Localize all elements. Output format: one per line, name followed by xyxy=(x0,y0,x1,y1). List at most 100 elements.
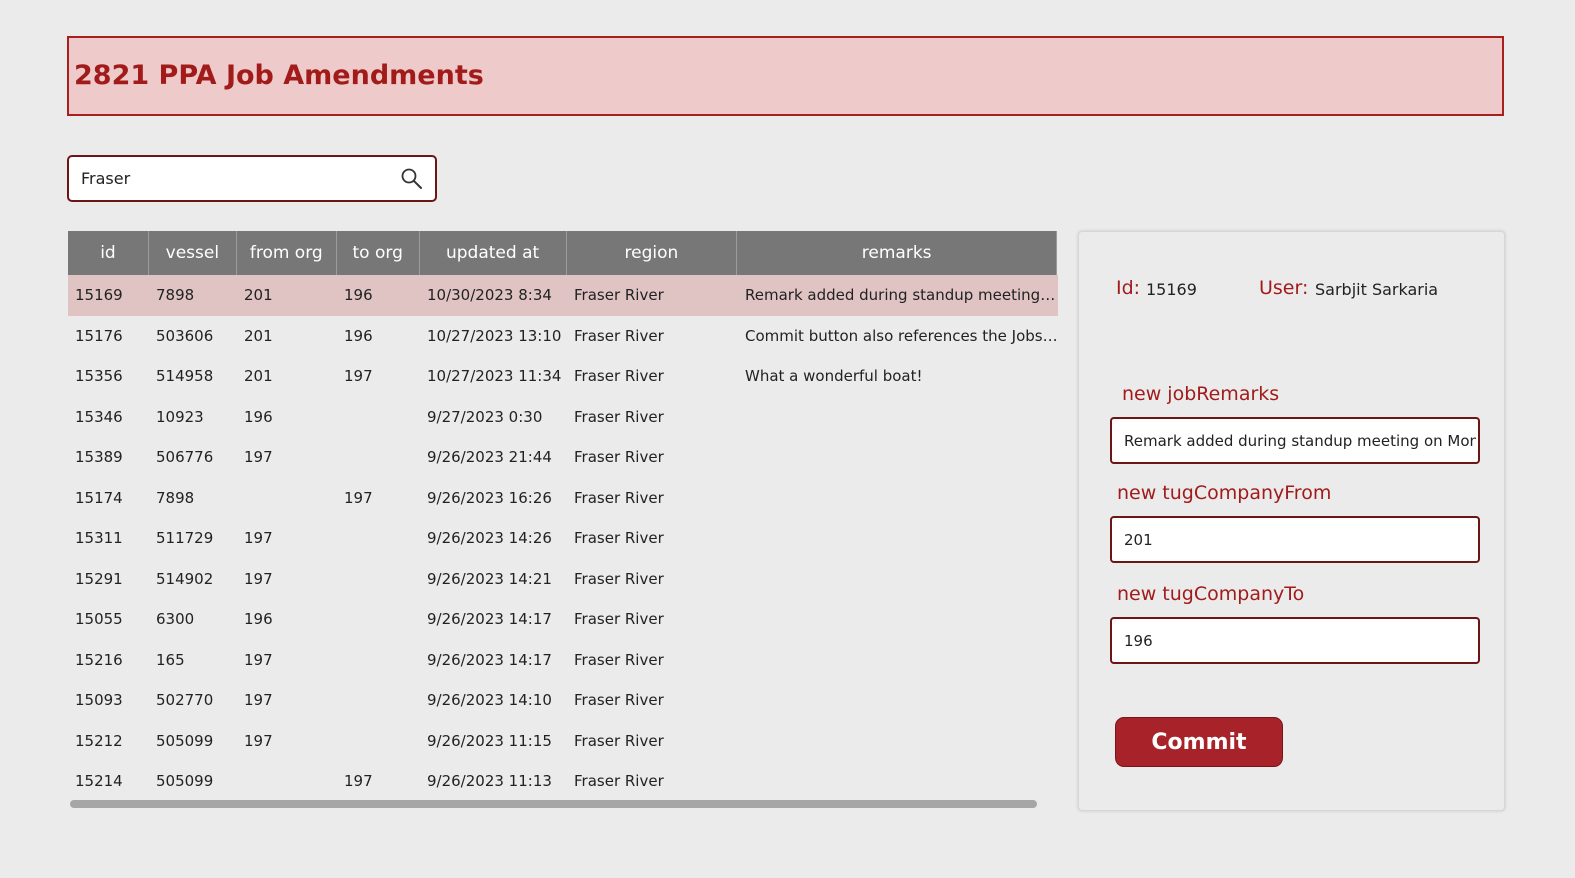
cell-region: Fraser River xyxy=(574,326,664,345)
cell-to-org: 196 xyxy=(344,326,373,345)
cell-from-org: 201 xyxy=(244,326,273,345)
from-input[interactable] xyxy=(1124,518,1476,561)
cell-region: Fraser River xyxy=(574,367,664,386)
cell-vessel: 505099 xyxy=(156,731,214,750)
id-value: 15169 xyxy=(1146,280,1197,299)
cell-region: Fraser River xyxy=(574,448,664,467)
cell-id: 15216 xyxy=(75,650,123,669)
cell-updated-at: 9/27/2023 0:30 xyxy=(427,407,543,426)
cell-id: 15212 xyxy=(75,731,123,750)
cell-updated-at: 9/26/2023 14:17 xyxy=(427,650,552,669)
to-field[interactable] xyxy=(1110,617,1480,664)
remarks-input[interactable] xyxy=(1124,419,1476,462)
table-row[interactable]: 15176 503606 201 196 10/27/2023 13:10 Fraser … xyxy=(68,316,1058,357)
table-row[interactable]: 15055 6300 196 9/26/2023 14:17 Fraser River xyxy=(68,599,1058,640)
cell-vessel: 505099 xyxy=(156,772,214,791)
search-input[interactable] xyxy=(81,157,381,200)
cell-id: 15389 xyxy=(75,448,123,467)
table-row[interactable]: 15216 165 197 9/26/2023 14:17 Fraser River xyxy=(68,640,1058,681)
cell-updated-at: 9/26/2023 21:44 xyxy=(427,448,552,467)
table-row[interactable]: 15356 514958 201 197 10/27/2023 11:34 Fraser … xyxy=(68,356,1058,397)
cell-updated-at: 9/26/2023 14:10 xyxy=(427,691,552,710)
from-field[interactable] xyxy=(1110,516,1480,563)
cell-to-org: 196 xyxy=(344,286,373,305)
cell-remarks: Remark added during standup meeting on . xyxy=(745,286,1058,305)
cell-updated-at: 9/26/2023 14:26 xyxy=(427,529,552,548)
table-row[interactable]: 15311 511729 197 9/26/2023 14:26 Fraser Rive… xyxy=(68,518,1058,559)
cell-vessel: 514902 xyxy=(156,569,214,588)
cell-updated-at: 10/30/2023 8:34 xyxy=(427,286,552,305)
from-field-label: new tugCompanyFrom xyxy=(1117,482,1332,504)
cell-vessel: 7898 xyxy=(156,488,195,507)
cell-id: 15214 xyxy=(75,772,123,791)
search-icon[interactable] xyxy=(400,167,424,191)
cell-region: Fraser River xyxy=(574,772,664,791)
user-label: User: xyxy=(1259,277,1309,299)
cell-updated-at: 9/26/2023 16:26 xyxy=(427,488,552,507)
column-header-from-org[interactable]: from org xyxy=(237,231,337,275)
cell-updated-at: 9/26/2023 11:15 xyxy=(427,731,552,750)
cell-from-org: 197 xyxy=(244,529,273,548)
table-row[interactable]: 15346 10923 196 9/27/2023 0:30 Fraser River xyxy=(68,397,1058,438)
remarks-field-label: new jobRemarks xyxy=(1122,383,1280,405)
to-field-label: new tugCompanyTo xyxy=(1117,583,1305,605)
page-title: 2821 PPA Job Amendments xyxy=(74,60,484,91)
search-box[interactable] xyxy=(67,155,437,202)
table-row[interactable]: 15214 505099 197 9/26/2023 11:13 Fraser Rive… xyxy=(68,761,1058,802)
cell-region: Fraser River xyxy=(574,569,664,588)
cell-remarks: What a wonderful boat! xyxy=(745,367,923,386)
table-row[interactable]: 15291 514902 197 9/26/2023 14:21 Fraser Rive… xyxy=(68,559,1058,600)
cell-updated-at: 9/26/2023 14:17 xyxy=(427,610,552,629)
table-row[interactable]: 15389 506776 197 9/26/2023 21:44 Fraser Rive… xyxy=(68,437,1058,478)
cell-region: Fraser River xyxy=(574,488,664,507)
cell-id: 15356 xyxy=(75,367,123,386)
table-row[interactable]: 15212 505099 197 9/26/2023 11:15 Fraser Rive… xyxy=(68,721,1058,762)
table-body: 15169 7898 201 196 10/30/2023 8:34 Fraser Riv… xyxy=(68,275,1058,802)
cell-region: Fraser River xyxy=(574,407,664,426)
column-header-region[interactable]: region xyxy=(567,231,738,275)
cell-vessel: 6300 xyxy=(156,610,195,629)
commit-button[interactable]: Commit xyxy=(1115,717,1283,767)
cell-from-org: 201 xyxy=(244,286,273,305)
cell-to-org: 197 xyxy=(344,367,373,386)
cell-id: 15055 xyxy=(75,610,123,629)
table-row[interactable]: 15093 502770 197 9/26/2023 14:10 Fraser Rive… xyxy=(68,680,1058,721)
cell-id: 15176 xyxy=(75,326,123,345)
column-header-remarks[interactable]: remarks xyxy=(737,231,1057,275)
cell-vessel: 503606 xyxy=(156,326,214,345)
column-header-vessel[interactable]: vessel xyxy=(149,231,237,275)
cell-vessel: 10923 xyxy=(156,407,204,426)
cell-vessel: 514958 xyxy=(156,367,214,386)
cell-id: 15174 xyxy=(75,488,123,507)
cell-id: 15169 xyxy=(75,286,123,305)
user-value: Sarbjit Sarkaria xyxy=(1315,280,1439,299)
column-header-updated-at[interactable]: updated at xyxy=(420,231,567,275)
detail-panel: Id: 15169 User: Sarbjit Sarkaria new job… xyxy=(1078,231,1505,811)
column-header-id[interactable]: id xyxy=(68,231,149,275)
cell-vessel: 511729 xyxy=(156,529,214,548)
id-label: Id: xyxy=(1116,277,1141,299)
page-header: 2821 PPA Job Amendments xyxy=(67,36,1504,116)
column-header-to-org[interactable]: to org xyxy=(337,231,420,275)
cell-id: 15291 xyxy=(75,569,123,588)
cell-updated-at: 9/26/2023 14:21 xyxy=(427,569,552,588)
remarks-field[interactable] xyxy=(1110,417,1480,464)
cell-vessel: 7898 xyxy=(156,286,195,305)
cell-from-org: 201 xyxy=(244,367,273,386)
cell-from-org: 196 xyxy=(244,407,273,426)
cell-vessel: 165 xyxy=(156,650,185,669)
horizontal-scrollbar[interactable] xyxy=(70,800,1037,808)
cell-region: Fraser River xyxy=(574,650,664,669)
table-row[interactable]: 15174 7898 197 9/26/2023 16:26 Fraser River xyxy=(68,478,1058,519)
table-row[interactable]: 15169 7898 201 196 10/30/2023 8:34 Fraser Riv… xyxy=(68,275,1058,316)
cell-to-org: 197 xyxy=(344,488,373,507)
cell-id: 15346 xyxy=(75,407,123,426)
table-header: id vessel from org to org updated at reg… xyxy=(68,231,1057,275)
cell-region: Fraser River xyxy=(574,610,664,629)
cell-from-org: 197 xyxy=(244,691,273,710)
cell-region: Fraser River xyxy=(574,731,664,750)
cell-vessel: 506776 xyxy=(156,448,214,467)
cell-id: 15311 xyxy=(75,529,123,548)
to-input[interactable] xyxy=(1124,619,1476,662)
cell-vessel: 502770 xyxy=(156,691,214,710)
